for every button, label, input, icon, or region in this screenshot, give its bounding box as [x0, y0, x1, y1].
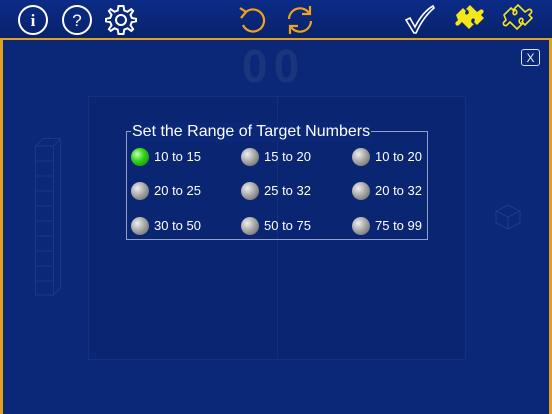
range-option-label: 30 to 50: [154, 218, 201, 233]
svg-text:?: ?: [72, 11, 81, 30]
puzzle-filled-icon: [455, 5, 484, 29]
close-button[interactable]: X: [521, 49, 540, 66]
range-option-label: 15 to 20: [264, 149, 311, 164]
range-option-label: 20 to 25: [154, 183, 201, 198]
radio-button[interactable]: [131, 217, 149, 235]
range-option-label: 25 to 32: [264, 183, 311, 198]
check-button[interactable]: [402, 3, 436, 37]
refresh-button[interactable]: [283, 3, 317, 37]
range-option-label: 20 to 32: [375, 183, 422, 198]
undo-icon: [239, 7, 266, 33]
undo-button[interactable]: [236, 3, 270, 37]
info-button[interactable]: i: [16, 3, 50, 37]
ten-rod-block: [35, 138, 61, 296]
radio-button[interactable]: [352, 148, 370, 166]
refresh-icon: [287, 6, 313, 34]
help-icon: ?: [62, 5, 92, 35]
puzzle-button[interactable]: [452, 3, 486, 37]
info-icon: i: [18, 5, 48, 35]
toolbar: i ?: [0, 0, 552, 38]
gear-icon: [105, 5, 137, 35]
puzzle-outline-button[interactable]: [500, 3, 534, 37]
radio-button[interactable]: [131, 148, 149, 166]
settings-button[interactable]: [104, 3, 138, 37]
svg-text:i: i: [31, 11, 36, 30]
radio-button[interactable]: [241, 217, 259, 235]
panel-title: Set the Range of Target Numbers: [131, 122, 372, 142]
range-option-label: 75 to 99: [375, 218, 422, 233]
unit-cube-block: [495, 204, 521, 230]
help-button[interactable]: ?: [60, 3, 94, 37]
radio-button[interactable]: [352, 182, 370, 200]
range-option-label: 10 to 15: [154, 149, 201, 164]
range-settings-panel: Set the Range of Target Numbers 10 to 15…: [126, 122, 428, 240]
radio-button[interactable]: [241, 148, 259, 166]
radio-button[interactable]: [241, 182, 259, 200]
range-option-label: 10 to 20: [375, 149, 422, 164]
check-icon: [404, 4, 435, 34]
radio-button[interactable]: [131, 182, 149, 200]
range-option-label: 50 to 75: [264, 218, 311, 233]
radio-button[interactable]: [352, 217, 370, 235]
target-number-display: 00: [242, 40, 306, 92]
puzzle-outline-icon: [502, 3, 534, 31]
